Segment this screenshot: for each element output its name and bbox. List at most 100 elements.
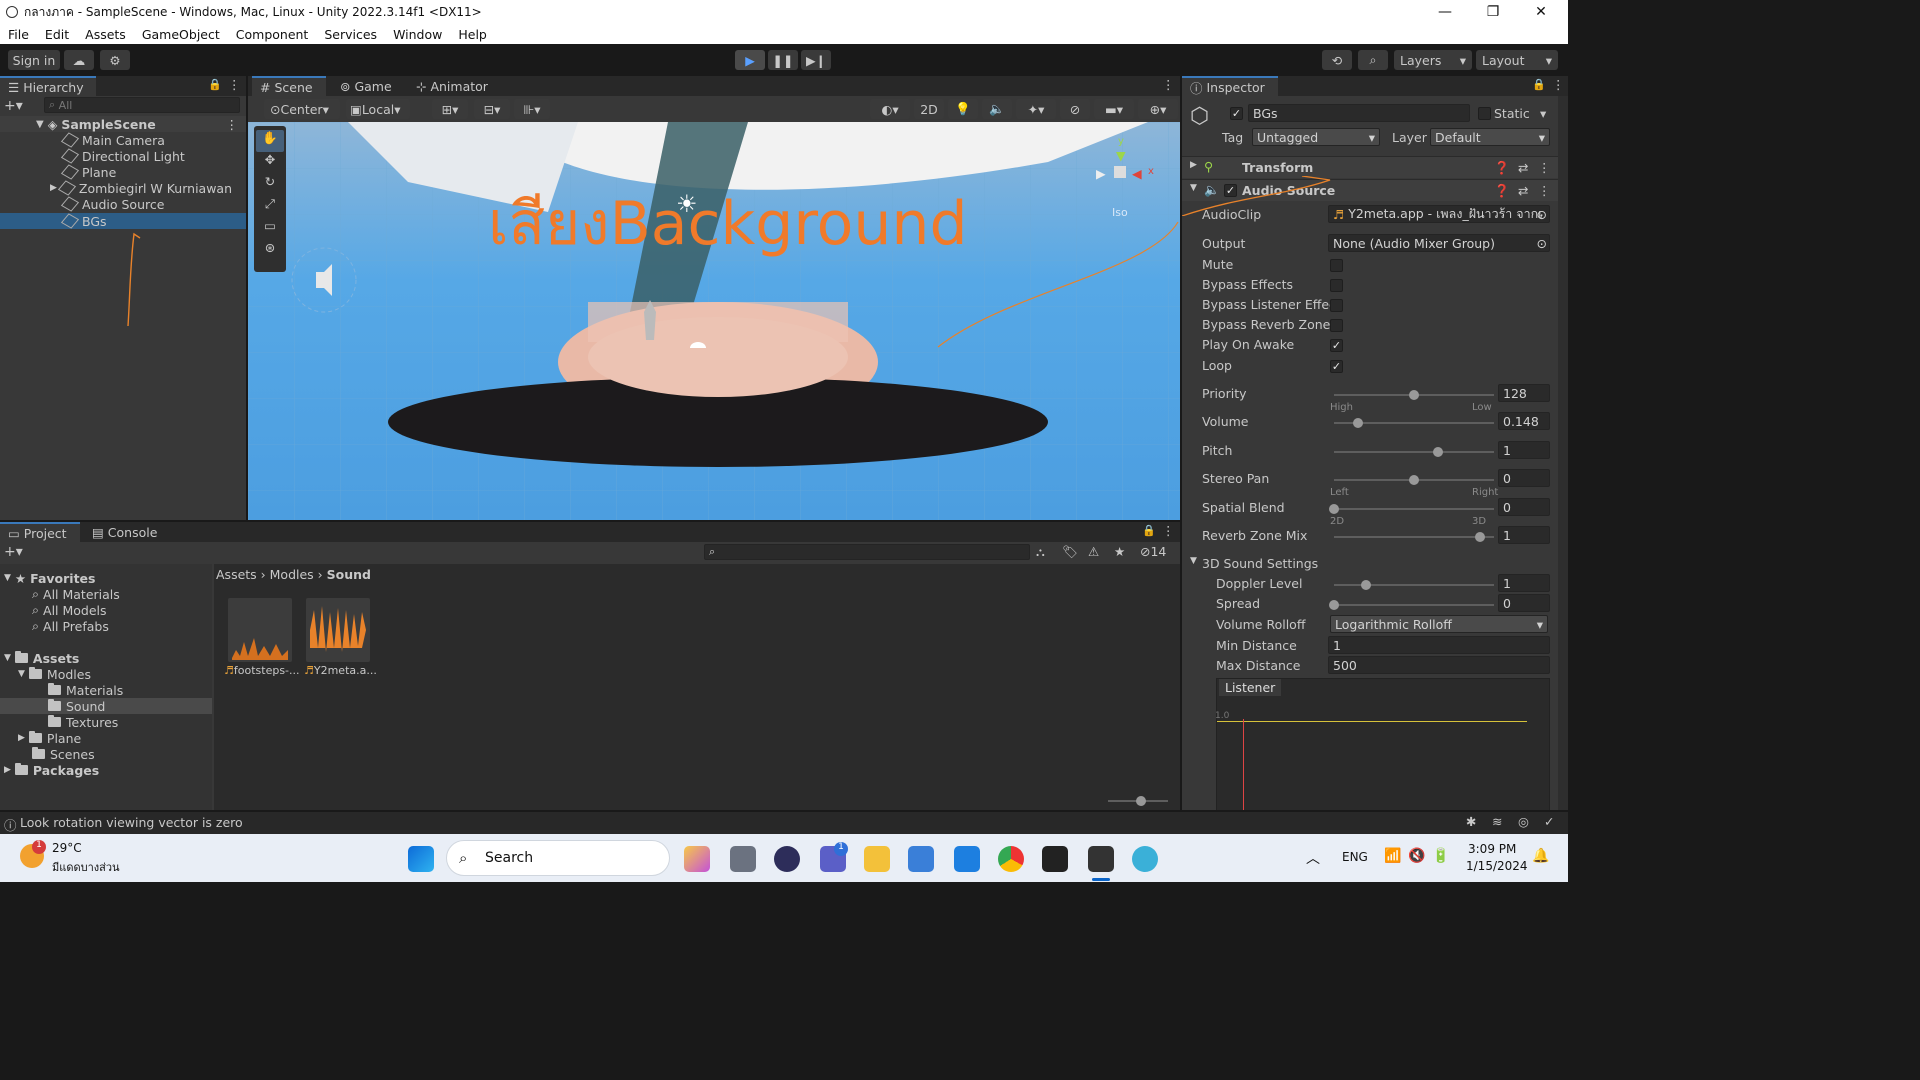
filter-type-icon[interactable]: ⛬ bbox=[1036, 544, 1045, 560]
toggle-checkbox[interactable] bbox=[1330, 319, 1343, 332]
menu-window[interactable]: Window bbox=[385, 27, 450, 42]
maximize-button[interactable]: ❐ bbox=[1470, 0, 1516, 24]
slider-track[interactable] bbox=[1329, 600, 1494, 610]
hierarchy-search-input[interactable]: ⌕ All bbox=[44, 97, 240, 113]
eclipse-icon[interactable] bbox=[774, 846, 800, 872]
project-search-input[interactable]: ⌕ bbox=[704, 544, 1030, 560]
more-icon[interactable]: ⋮ bbox=[1162, 523, 1175, 538]
app-icon[interactable] bbox=[1132, 846, 1158, 872]
debug-icon[interactable]: ✱ bbox=[1466, 814, 1476, 829]
audio-asset-name[interactable]: ♬Y2meta.a... bbox=[304, 664, 377, 677]
hand-tool-icon[interactable]: ✋ bbox=[256, 130, 284, 152]
tab-console[interactable]: ▤ Console bbox=[84, 522, 164, 542]
rect-tool-icon[interactable]: ▭ bbox=[254, 218, 286, 240]
toggle-checkbox[interactable]: ✓ bbox=[1330, 339, 1343, 352]
slider-value-input[interactable]: 1 bbox=[1498, 574, 1550, 592]
lighting-icon[interactable]: 💡 bbox=[948, 99, 978, 119]
slider-track[interactable] bbox=[1334, 447, 1494, 457]
pivot-dropdown[interactable]: ⊙ Center ▾ bbox=[264, 99, 340, 119]
tree-item-selected[interactable]: Sound bbox=[0, 698, 212, 714]
hierarchy-item[interactable]: Plane bbox=[0, 164, 246, 180]
slider-value-input[interactable]: 0 bbox=[1498, 594, 1550, 612]
taskbar-search[interactable]: ⌕ Search bbox=[446, 840, 670, 876]
slider-knob[interactable] bbox=[1136, 796, 1146, 806]
close-button[interactable]: ✕ bbox=[1518, 0, 1564, 24]
help-icon[interactable]: ❓ bbox=[1494, 160, 1510, 176]
tab-game[interactable]: ⊚ Game bbox=[332, 76, 396, 96]
space-dropdown[interactable]: ▣ Local ▾ bbox=[346, 99, 410, 119]
tree-item[interactable]: Scenes bbox=[32, 746, 95, 762]
object-picker-icon[interactable]: ⊙ bbox=[1537, 236, 1547, 251]
mail-icon[interactable] bbox=[954, 846, 980, 872]
clock-date[interactable]: 1/15/2024 bbox=[1466, 859, 1528, 873]
directional-light-icon[interactable]: ☀ bbox=[676, 190, 698, 218]
task-view-icon[interactable] bbox=[730, 846, 756, 872]
step-button[interactable]: ▶❙ bbox=[801, 50, 831, 70]
object-name-input[interactable]: BGs bbox=[1248, 104, 1470, 122]
chrome-icon[interactable] bbox=[998, 846, 1024, 872]
orientation-gizmo[interactable]: y ▼ ▶ ◀ x Iso bbox=[1094, 136, 1154, 219]
slider-knob[interactable] bbox=[1329, 600, 1339, 610]
slider-knob[interactable] bbox=[1409, 475, 1419, 485]
lock-icon[interactable]: 🔒 bbox=[1142, 524, 1156, 537]
rolloff-graph[interactable]: Listener 1.0 bbox=[1215, 678, 1550, 810]
slider-knob[interactable] bbox=[1361, 580, 1371, 590]
output-field[interactable]: None (Audio Mixer Group) ⊙ bbox=[1328, 234, 1550, 252]
move-tool-icon[interactable]: ✥ bbox=[254, 152, 286, 174]
unity-hub-icon[interactable] bbox=[1042, 846, 1068, 872]
slider-knob[interactable] bbox=[1474, 532, 1485, 542]
cache-icon[interactable]: ◎ bbox=[1518, 814, 1529, 829]
file-explorer-icon[interactable] bbox=[864, 846, 890, 872]
slider-track[interactable] bbox=[1329, 504, 1494, 514]
slider-value-input[interactable]: 0 bbox=[1498, 498, 1550, 516]
favorite-item[interactable]: ⌕ All Prefabs bbox=[32, 618, 109, 634]
volume-rolloff-dropdown[interactable]: Logarithmic Rolloff ▾ bbox=[1330, 615, 1548, 633]
assets-row[interactable]: ▼ Assets bbox=[4, 650, 79, 666]
icon-size-slider[interactable] bbox=[1108, 796, 1168, 806]
camera-settings-icon[interactable]: ▬▾ bbox=[1094, 99, 1134, 119]
stack-icon[interactable]: ≋ bbox=[1492, 814, 1502, 829]
preset-icon[interactable]: ⇄ bbox=[1518, 160, 1528, 175]
menu-edit[interactable]: Edit bbox=[37, 27, 77, 42]
favorites-row[interactable]: ▼ ★ Favorites bbox=[4, 570, 95, 586]
slider-track[interactable] bbox=[1334, 580, 1494, 590]
clock-time[interactable]: 3:09 PM bbox=[1468, 842, 1516, 856]
collab-icon[interactable]: ⚙ bbox=[100, 50, 130, 70]
tab-scene[interactable]: # Scene bbox=[252, 76, 326, 96]
shading-mode-button[interactable]: ◐▾ bbox=[870, 99, 910, 119]
active-checkbox[interactable]: ✓ bbox=[1230, 107, 1243, 120]
scene-viewport[interactable]: เสียงBackground ☀ ✋ ✥ ↻ ⤢ ▭ ⊛ y ▼ ▶ ◀ x … bbox=[248, 122, 1180, 520]
hidden-packages-icon[interactable]: ⊘14 bbox=[1140, 544, 1166, 559]
sign-in-button[interactable]: Sign in bbox=[8, 50, 60, 70]
audio-toggle-icon[interactable]: 🔈 bbox=[982, 99, 1012, 119]
gizmos-icon[interactable]: ⊕▾ bbox=[1138, 99, 1178, 119]
more-icon[interactable]: ⋮ bbox=[1552, 77, 1565, 92]
start-icon[interactable] bbox=[408, 846, 434, 872]
min-distance-input[interactable]: 1 bbox=[1328, 636, 1550, 654]
toggle-checkbox[interactable] bbox=[1330, 259, 1343, 272]
check-icon[interactable]: ✓ bbox=[1544, 814, 1554, 829]
projection-label[interactable]: Iso bbox=[1112, 206, 1128, 219]
weather-temp[interactable]: 29°C bbox=[52, 841, 82, 855]
audio-asset-thumbnail[interactable] bbox=[228, 598, 292, 662]
more-icon[interactable]: ⋮ bbox=[226, 117, 239, 132]
static-checkbox[interactable] bbox=[1478, 107, 1491, 120]
tag-dropdown[interactable]: Untagged ▾ bbox=[1252, 128, 1380, 146]
tree-item[interactable]: Textures bbox=[48, 714, 118, 730]
toggle-checkbox[interactable] bbox=[1330, 279, 1343, 292]
audio-asset-thumbnail[interactable] bbox=[306, 598, 370, 662]
lock-icon[interactable]: 🔒 bbox=[1532, 78, 1546, 91]
hierarchy-item[interactable]: ▶ Zombiegirl W Kurniawan bbox=[0, 180, 246, 196]
battery-icon[interactable]: 🔋 bbox=[1432, 848, 1449, 864]
tab-inspector[interactable]: ⓘ Inspector bbox=[1182, 76, 1278, 96]
more-icon[interactable]: ⋮ bbox=[228, 77, 241, 92]
increment-snap-button[interactable]: ⊪▾ bbox=[514, 99, 550, 119]
lock-icon[interactable]: 🔒 bbox=[208, 78, 222, 91]
audio-asset-name[interactable]: ♬footsteps-... bbox=[224, 664, 300, 677]
toggle-2d-button[interactable]: 2D bbox=[914, 99, 944, 119]
filter-label-icon[interactable]: 🏷 bbox=[1062, 544, 1078, 560]
tab-animator[interactable]: ⊹ Animator bbox=[408, 76, 498, 96]
slider-knob[interactable] bbox=[1329, 504, 1339, 514]
slider-value-input[interactable]: 1 bbox=[1498, 441, 1550, 459]
hierarchy-item[interactable]: Directional Light bbox=[0, 148, 246, 164]
